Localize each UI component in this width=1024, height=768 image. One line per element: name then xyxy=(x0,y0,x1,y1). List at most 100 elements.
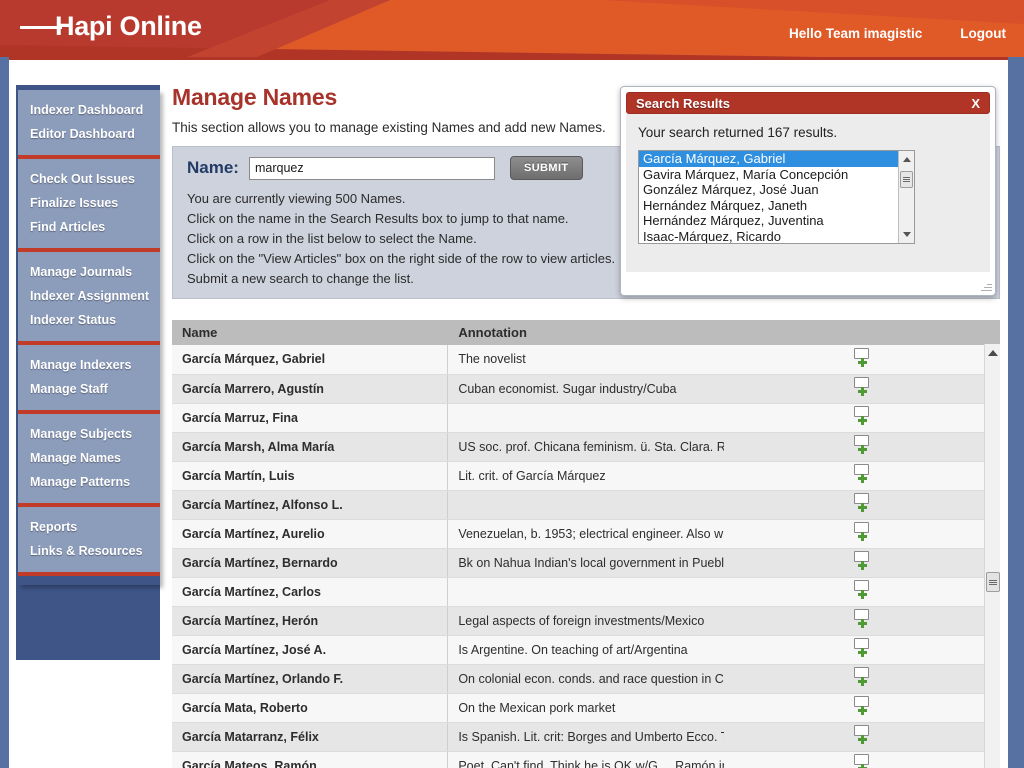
cell-name[interactable]: García Martínez, Alfonso L. xyxy=(172,490,449,520)
table-row[interactable]: García Martínez, Herón Legal aspects of f… xyxy=(172,606,1000,636)
table-row[interactable]: García Marruz, Fina xyxy=(172,403,1000,433)
cell-annotation[interactable]: Lit. crit. of García Márquez xyxy=(447,461,724,491)
cell-view-articles[interactable] xyxy=(723,432,1000,462)
cell-view-articles[interactable] xyxy=(723,403,1000,433)
sidebar-item-find-articles[interactable]: Find Articles xyxy=(18,215,160,239)
view-articles-icon[interactable] xyxy=(853,377,870,397)
search-result-item[interactable]: Hernández Márquez, Juventina xyxy=(639,213,914,229)
sidebar-item-manage-names[interactable]: Manage Names xyxy=(18,446,160,470)
cell-name[interactable]: García Marruz, Fina xyxy=(172,403,449,433)
sidebar-item-finalize-issues[interactable]: Finalize Issues xyxy=(18,191,160,215)
table-row[interactable]: García Marrero, Agustín Cuban economist. … xyxy=(172,374,1000,404)
cell-name[interactable]: García Martínez, Bernardo xyxy=(172,548,449,578)
cell-annotation[interactable]: The novelist xyxy=(447,345,724,375)
sidebar-item-manage-patterns[interactable]: Manage Patterns xyxy=(18,470,160,494)
view-articles-icon[interactable] xyxy=(853,522,870,542)
view-articles-icon[interactable] xyxy=(853,435,870,455)
column-header-annotation[interactable]: Annotation xyxy=(447,320,725,345)
search-result-item[interactable]: González Márquez, José Juan xyxy=(639,182,914,198)
cell-annotation[interactable]: Is Argentine. On teaching of art/Argenti… xyxy=(447,635,724,665)
cell-name[interactable]: García Marrero, Agustín xyxy=(172,374,449,404)
view-articles-icon[interactable] xyxy=(853,696,870,716)
cell-annotation[interactable]: US soc. prof. Chicana feminism. ü. Sta. … xyxy=(447,432,724,462)
results-scrollbar-thumb[interactable] xyxy=(900,171,913,188)
cell-view-articles[interactable] xyxy=(723,693,1000,723)
search-input[interactable] xyxy=(248,156,495,180)
table-row[interactable]: García Martínez, Alfonso L. xyxy=(172,490,1000,520)
cell-view-articles[interactable] xyxy=(723,519,1000,549)
sidebar-item-editor-dashboard[interactable]: Editor Dashboard xyxy=(18,122,160,146)
cell-view-articles[interactable] xyxy=(723,722,1000,752)
search-result-item[interactable]: Isaac-Márquez, Ricardo xyxy=(639,229,914,244)
view-articles-icon[interactable] xyxy=(853,667,870,687)
view-articles-icon[interactable] xyxy=(853,347,870,368)
table-row[interactable]: García Martínez, Carlos xyxy=(172,577,1000,607)
column-header-name[interactable]: Name xyxy=(172,320,449,345)
table-row[interactable]: García Márquez, Gabriel The novelist xyxy=(172,345,1000,375)
view-articles-icon[interactable] xyxy=(853,551,870,571)
sidebar-item-manage-indexers[interactable]: Manage Indexers xyxy=(18,353,160,377)
sidebar-item-indexer-status[interactable]: Indexer Status xyxy=(18,308,160,332)
cell-annotation[interactable]: Bk on Nahua Indian's local government in… xyxy=(447,548,724,578)
cell-name[interactable]: García Martínez, Herón xyxy=(172,606,449,636)
cell-name[interactable]: García Martínez, Carlos xyxy=(172,577,449,607)
dialog-resize-grip[interactable] xyxy=(979,279,992,292)
search-result-item[interactable]: Gavira Márquez, María Concepción xyxy=(639,167,914,183)
table-scrollbar[interactable] xyxy=(984,344,1000,768)
view-articles-icon[interactable] xyxy=(853,638,870,658)
cell-annotation[interactable] xyxy=(447,403,724,433)
table-row[interactable]: García Martínez, Aurelio Venezuelan, b. 1… xyxy=(172,519,1000,549)
table-scrollbar-thumb[interactable] xyxy=(986,572,1000,592)
table-row[interactable]: García Mata, Roberto On the Mexican pork … xyxy=(172,693,1000,723)
results-scroll-up-icon[interactable] xyxy=(899,153,914,166)
cell-annotation[interactable] xyxy=(447,490,724,520)
cell-view-articles[interactable] xyxy=(723,635,1000,665)
cell-name[interactable]: García Martínez, Aurelio xyxy=(172,519,449,549)
view-articles-icon[interactable] xyxy=(853,493,870,513)
search-results-list[interactable]: García Márquez, Gabriel Gavira Márquez, M… xyxy=(638,150,915,244)
cell-view-articles[interactable] xyxy=(723,490,1000,520)
cell-annotation[interactable] xyxy=(447,577,724,607)
table-row[interactable]: García Martín, Luis Lit. crit. of García … xyxy=(172,461,1000,491)
sidebar-item-check-out-issues[interactable]: Check Out Issues xyxy=(18,167,160,191)
cell-name[interactable]: García Matarranz, Félix xyxy=(172,722,449,752)
view-articles-icon[interactable] xyxy=(853,580,870,600)
cell-view-articles[interactable] xyxy=(723,751,1000,768)
cell-annotation[interactable]: Venezuelan, b. 1953; electrical engineer… xyxy=(447,519,724,549)
cell-annotation[interactable]: On colonial econ. conds. and race questi… xyxy=(447,664,724,694)
view-articles-icon[interactable] xyxy=(853,725,870,745)
cell-annotation[interactable]: Cuban economist. Sugar industry/Cuba xyxy=(447,374,724,404)
view-articles-icon[interactable] xyxy=(853,609,870,629)
cell-name[interactable]: García Mata, Roberto xyxy=(172,693,449,723)
search-result-item[interactable]: García Márquez, Gabriel xyxy=(639,151,914,167)
table-row[interactable]: García Martínez, José A. Is Argentine. On… xyxy=(172,635,1000,665)
cell-view-articles[interactable] xyxy=(723,606,1000,636)
cell-name[interactable]: García Martínez, Orlando F. xyxy=(172,664,449,694)
cell-view-articles[interactable] xyxy=(723,374,1000,404)
logout-link[interactable]: Logout xyxy=(960,26,1006,41)
sidebar-item-reports[interactable]: Reports xyxy=(18,515,160,539)
table-row[interactable]: García Matarranz, Félix Is Spanish. Lit. … xyxy=(172,722,1000,752)
view-articles-icon[interactable] xyxy=(853,406,870,426)
site-logo[interactable]: Hapi Online xyxy=(20,11,202,42)
table-row[interactable]: García Mateos, Ramón Poet. Can't find. Th… xyxy=(172,751,1000,768)
cell-annotation[interactable]: Legal aspects of foreign investments/Mex… xyxy=(447,606,724,636)
dialog-titlebar[interactable]: Search Results X xyxy=(626,92,990,114)
cell-name[interactable]: García Marsh, Alma María xyxy=(172,432,449,462)
sidebar-item-manage-journals[interactable]: Manage Journals xyxy=(18,260,160,284)
submit-button[interactable]: SUBMIT xyxy=(509,156,583,180)
cell-name[interactable]: García Mateos, Ramón xyxy=(172,751,449,768)
results-scrollbar[interactable] xyxy=(898,151,914,243)
view-articles-icon[interactable] xyxy=(853,464,870,484)
sidebar-item-indexer-dashboard[interactable]: Indexer Dashboard xyxy=(18,98,160,122)
cell-name[interactable]: García Márquez, Gabriel xyxy=(172,345,449,375)
table-row[interactable]: García Martínez, Orlando F. On colonial e… xyxy=(172,664,1000,694)
cell-view-articles[interactable] xyxy=(723,461,1000,491)
sidebar-item-manage-staff[interactable]: Manage Staff xyxy=(18,377,160,401)
cell-annotation[interactable]: Poet. Can't find. Think he is OK w/G...,… xyxy=(447,751,724,768)
sidebar-item-links-resources[interactable]: Links & Resources xyxy=(18,539,160,563)
table-row[interactable]: García Martínez, Bernardo Bk on Nahua Ind… xyxy=(172,548,1000,578)
cell-view-articles[interactable] xyxy=(723,577,1000,607)
cell-name[interactable]: García Martínez, José A. xyxy=(172,635,449,665)
table-row[interactable]: García Marsh, Alma María US soc. prof. Ch… xyxy=(172,432,1000,462)
